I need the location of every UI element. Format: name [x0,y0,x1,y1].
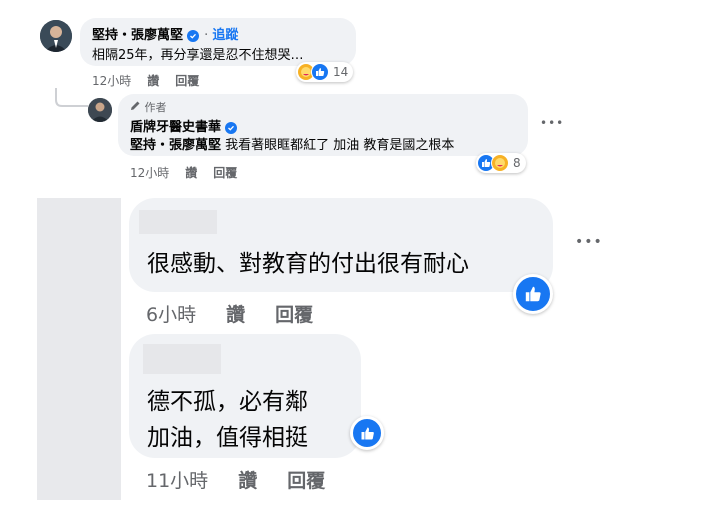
comment-timestamp[interactable]: 11小時 [146,470,208,492]
author-badge: 作者 [144,101,167,114]
comment-bubble: 很感動、對教育的付出很有耐心 [129,198,553,292]
reply-button[interactable]: 回覆 [213,166,237,180]
reaction-count: 8 [513,156,521,170]
commenter-name-blurred [143,344,221,374]
verified-badge-icon [225,122,238,134]
reaction-summary[interactable]: 8 [476,153,526,173]
like-button[interactable]: 讚 [226,304,245,326]
follow-link[interactable]: 追蹤 [212,28,238,43]
reaction-summary[interactable]: 14 [296,62,354,82]
reply-button[interactable]: 回覆 [175,74,199,88]
reply-text: 我看著眼眶都紅了 加油 教育是國之根本 [225,138,455,153]
comment-bubble: 德不孤，必有鄰 加油，值得相挺 [129,334,361,458]
person-avatar-icon [40,20,72,52]
like-button[interactable]: 讚 [185,166,197,180]
reply-author[interactable]: 盾牌牙醫史書華 [130,120,221,135]
like-reaction-icon [311,63,329,81]
care-reaction-icon [491,154,509,172]
reply-avatar[interactable] [88,98,112,122]
commenter-avatar[interactable] [40,20,72,52]
like-reaction-icon[interactable] [350,416,384,450]
reply-button[interactable]: 回覆 [275,304,313,326]
reply-button[interactable]: 回覆 [287,470,325,492]
pencil-icon [130,101,141,114]
verified-badge-icon [187,30,200,42]
more-options-icon[interactable]: ••• [540,116,564,130]
comment-text: 相隔25年，再分享還是忍不住想哭… [92,48,304,63]
comment-line-2: 加油，值得相挺 [147,425,308,451]
like-button[interactable]: 讚 [147,74,159,88]
person-avatar-icon [88,98,112,122]
reply-bubble: 作者 盾牌牙醫史書華 堅持・張廖萬堅 我看著眼眶都紅了 加油 教育是國之根本 [118,94,528,156]
comment-timestamp[interactable]: 6小時 [146,304,196,326]
comment-text: 很感動、對教育的付出很有耐心 [147,251,469,277]
comment-author[interactable]: 堅持・張廖萬堅 [92,28,183,43]
like-reaction-icon[interactable] [513,274,553,314]
reply-timestamp[interactable]: 12小時 [130,166,169,180]
commenter-name-blurred [139,210,217,234]
comment-timestamp[interactable]: 12小時 [92,74,131,88]
comment-line-1: 德不孤，必有鄰 [147,389,308,415]
comment-bubble: 堅持・張廖萬堅 · 追蹤 相隔25年，再分享還是忍不住想哭… [80,18,356,66]
like-button[interactable]: 讚 [238,470,257,492]
mention-link[interactable]: 堅持・張廖萬堅 [130,138,221,153]
avatar-placeholder[interactable] [37,198,121,500]
more-options-icon[interactable]: ••• [575,234,603,250]
reaction-count: 14 [333,65,349,79]
